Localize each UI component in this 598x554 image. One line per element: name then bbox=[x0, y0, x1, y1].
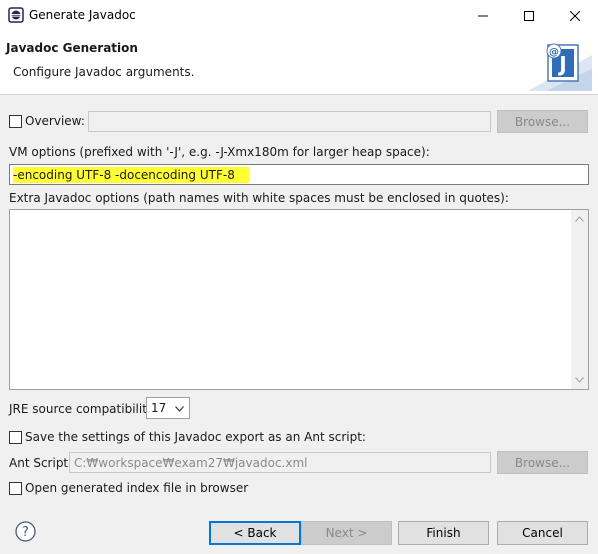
svg-text:?: ? bbox=[22, 525, 29, 540]
cancel-button[interactable]: Cancel bbox=[497, 521, 588, 545]
overview-input[interactable] bbox=[88, 111, 491, 132]
eclipse-app-icon bbox=[8, 7, 24, 23]
overview-label: Overview: bbox=[25, 114, 85, 128]
javadoc-wizard-icon: J @ bbox=[528, 43, 592, 91]
close-button[interactable] bbox=[552, 0, 598, 31]
jre-compat-label: JRE source compatibility: bbox=[9, 402, 158, 416]
page-title: Javadoc Generation bbox=[6, 41, 138, 55]
maximize-button[interactable] bbox=[506, 0, 552, 31]
jre-compat-select[interactable]: 17 bbox=[146, 397, 190, 419]
svg-text:@: @ bbox=[549, 47, 559, 58]
ant-script-browse-button[interactable]: Browse... bbox=[497, 451, 588, 474]
window-title: Generate Javadoc bbox=[29, 8, 136, 22]
ant-script-input[interactable]: C:₩workspace₩exam27₩javadoc.xml bbox=[69, 452, 491, 473]
page-description: Configure Javadoc arguments. bbox=[13, 65, 195, 79]
help-icon[interactable]: ? bbox=[15, 521, 36, 542]
ant-script-label: Ant Script: bbox=[9, 456, 73, 470]
open-in-browser-checkbox[interactable] bbox=[9, 482, 22, 495]
extra-options-textarea[interactable] bbox=[9, 209, 589, 390]
overview-checkbox[interactable] bbox=[9, 115, 22, 128]
wizard-banner: Javadoc Generation Configure Javadoc arg… bbox=[0, 31, 598, 95]
next-button[interactable]: Next > bbox=[301, 521, 392, 545]
save-ant-script-checkbox[interactable] bbox=[9, 431, 22, 444]
minimize-icon bbox=[478, 15, 488, 16]
save-ant-script-label: Save the settings of this Javadoc export… bbox=[25, 430, 366, 444]
scroll-down-icon[interactable] bbox=[575, 377, 584, 383]
vm-options-input[interactable]: -encoding UTF-8 -docencoding UTF-8 bbox=[9, 164, 589, 185]
minimize-button[interactable] bbox=[460, 0, 506, 31]
close-icon bbox=[570, 10, 580, 21]
chevron-down-icon bbox=[175, 406, 184, 412]
maximize-icon bbox=[524, 10, 534, 21]
back-button[interactable]: < Back bbox=[209, 521, 301, 545]
vm-options-label: VM options (prefixed with '-J', e.g. -J-… bbox=[9, 145, 430, 159]
finish-button[interactable]: Finish bbox=[398, 521, 489, 545]
scroll-up-icon[interactable] bbox=[575, 216, 584, 222]
extra-options-label: Extra Javadoc options (path names with w… bbox=[9, 191, 509, 205]
open-in-browser-label: Open generated index file in browser bbox=[25, 481, 249, 495]
window-titlebar: Generate Javadoc bbox=[0, 0, 598, 31]
vm-options-value: -encoding UTF-8 -docencoding UTF-8 bbox=[13, 167, 249, 183]
extra-options-scrollbar[interactable] bbox=[571, 210, 588, 389]
overview-browse-button[interactable]: Browse... bbox=[497, 110, 588, 133]
jre-compat-value: 17 bbox=[151, 401, 167, 415]
